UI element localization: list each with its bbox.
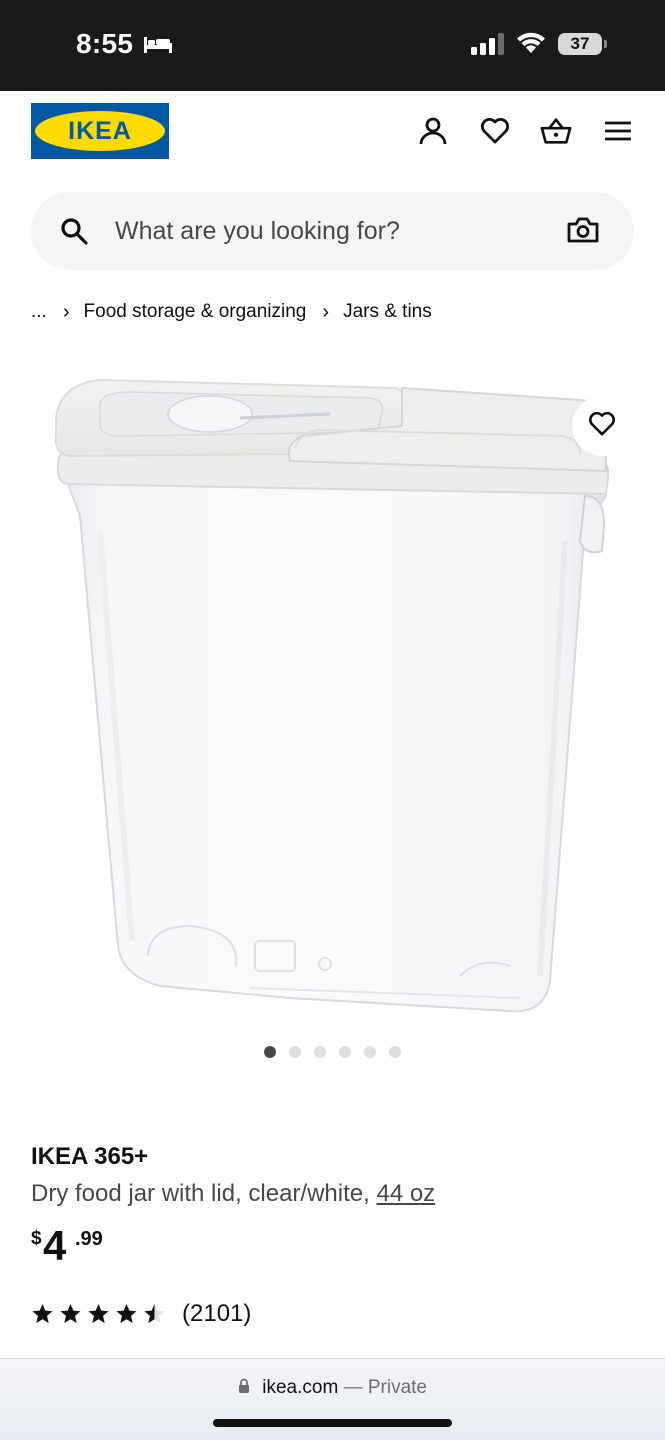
carousel-dot[interactable] [264, 1046, 276, 1058]
breadcrumb-food-storage[interactable]: Food storage & organizing [84, 301, 307, 323]
star-icon [60, 1304, 81, 1323]
star-icon [116, 1304, 137, 1323]
carousel-dot[interactable] [339, 1046, 351, 1058]
rating-stars [31, 1303, 166, 1325]
product-name: IKEA 365+ [31, 1143, 149, 1170]
breadcrumb: ... › Food storage & organizing › Jars &… [31, 298, 432, 326]
product-size-link[interactable]: 44 oz [376, 1180, 435, 1207]
camera-icon[interactable] [567, 216, 599, 249]
breadcrumb-ellipsis[interactable]: ... [31, 301, 47, 323]
url-separator: — [343, 1377, 368, 1399]
carousel-dot[interactable] [389, 1046, 401, 1058]
breadcrumb-jars-tins[interactable]: Jars & tins [343, 301, 432, 323]
home-indicator[interactable] [213, 1419, 452, 1427]
logo-text: IKEA [68, 116, 132, 145]
url-line[interactable]: ikea.com — Private [0, 1377, 665, 1399]
site-header: IKEA [0, 91, 665, 191]
ikea-logo[interactable]: IKEA [31, 103, 169, 159]
product-description-text: Dry food jar with lid, clear/white, [31, 1180, 377, 1207]
search-bar[interactable] [31, 192, 634, 270]
status-bar: 8:55 37 [0, 0, 665, 91]
image-carousel-dots [264, 1046, 401, 1058]
chevron-right-icon: › [62, 300, 70, 323]
chevron-right-icon: › [322, 300, 330, 323]
star-icon [88, 1304, 109, 1323]
browser-url-bar[interactable]: ikea.com — Private [0, 1358, 665, 1440]
heart-icon [588, 411, 616, 442]
search-icon[interactable] [59, 216, 89, 251]
star-icon [32, 1304, 53, 1323]
battery-nub [604, 40, 607, 48]
bed-icon [143, 34, 173, 59]
logo-oval: IKEA [35, 111, 165, 151]
product-description: Dry food jar with lid, clear/white, 44 o… [31, 1180, 435, 1208]
cellular-signal-icon [471, 33, 505, 60]
lock-icon [238, 1377, 250, 1399]
price-currency: $ [31, 1228, 42, 1249]
wifi-icon [515, 31, 547, 60]
heart-icon[interactable] [479, 115, 511, 147]
product-rating[interactable]: (2101) [31, 1300, 251, 1328]
product-image[interactable] [40, 366, 620, 1026]
price-decimal: .99 [75, 1228, 103, 1250]
search-input[interactable] [115, 192, 535, 270]
price-integer: 4 [43, 1222, 67, 1269]
carousel-dot[interactable] [314, 1046, 326, 1058]
private-mode-label: Private [367, 1377, 427, 1399]
carousel-dot[interactable] [289, 1046, 301, 1058]
person-icon[interactable] [417, 115, 449, 147]
status-time: 8:55 [76, 28, 134, 59]
url-domain: ikea.com [262, 1377, 339, 1399]
battery-icon: 37 [558, 33, 602, 55]
menu-icon[interactable] [602, 115, 634, 147]
add-to-favorites-button[interactable] [572, 396, 632, 456]
basket-icon[interactable] [540, 115, 572, 147]
rating-count[interactable]: (2101) [182, 1300, 251, 1328]
carousel-dot[interactable] [364, 1046, 376, 1058]
star-icon [144, 1304, 165, 1323]
